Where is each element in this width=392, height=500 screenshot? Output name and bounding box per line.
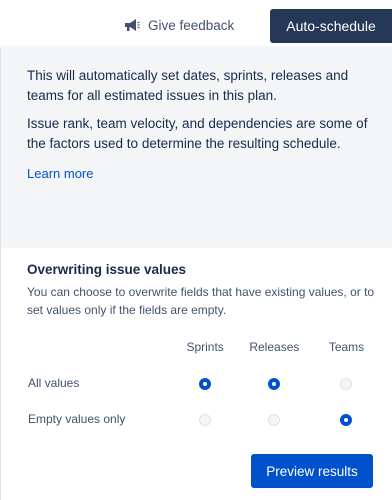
learn-more-link[interactable]: Learn more — [27, 166, 93, 181]
radio-all-teams[interactable] — [340, 377, 353, 390]
give-feedback-label: Give feedback — [148, 17, 235, 33]
column-header-sprints: Sprints — [186, 340, 224, 354]
radio-all-sprints[interactable] — [199, 377, 212, 390]
auto-schedule-panel: This will automatically set dates, sprin… — [0, 48, 392, 500]
row-all-values: All values — [27, 365, 381, 401]
row-label-all-values: All values — [28, 376, 80, 390]
column-header-releases: Releases — [249, 340, 300, 354]
radio-all-releases[interactable] — [268, 377, 281, 390]
column-header-teams: Teams — [328, 340, 365, 354]
row-empty-values-only: Empty values only — [27, 401, 381, 437]
info-description: This will automatically set dates, sprin… — [27, 68, 349, 103]
info-box: This will automatically set dates, sprin… — [1, 48, 392, 248]
radio-empty-releases[interactable] — [268, 413, 281, 426]
overwrite-description: You can choose to overwrite fields that … — [27, 285, 375, 317]
overwrite-title: Overwriting issue values — [27, 262, 187, 277]
top-bar: Give feedback Auto-schedule — [0, 0, 392, 50]
radio-empty-teams[interactable] — [340, 413, 353, 426]
give-feedback-button[interactable]: Give feedback — [124, 14, 234, 36]
header-spacer — [27, 329, 174, 365]
row-label-empty-values-only: Empty values only — [28, 412, 126, 426]
radio-empty-sprints[interactable] — [199, 413, 212, 426]
auto-schedule-button[interactable]: Auto-schedule — [270, 9, 392, 43]
megaphone-icon — [125, 19, 140, 31]
preview-results-button[interactable]: Preview results — [251, 454, 373, 488]
info-factors: Issue rank, team velocity, and dependenc… — [27, 116, 368, 151]
overwrite-section: Overwriting issue values You can choose … — [1, 248, 392, 437]
overwrite-options-table: Sprints Releases Teams All values Empty … — [27, 329, 381, 437]
